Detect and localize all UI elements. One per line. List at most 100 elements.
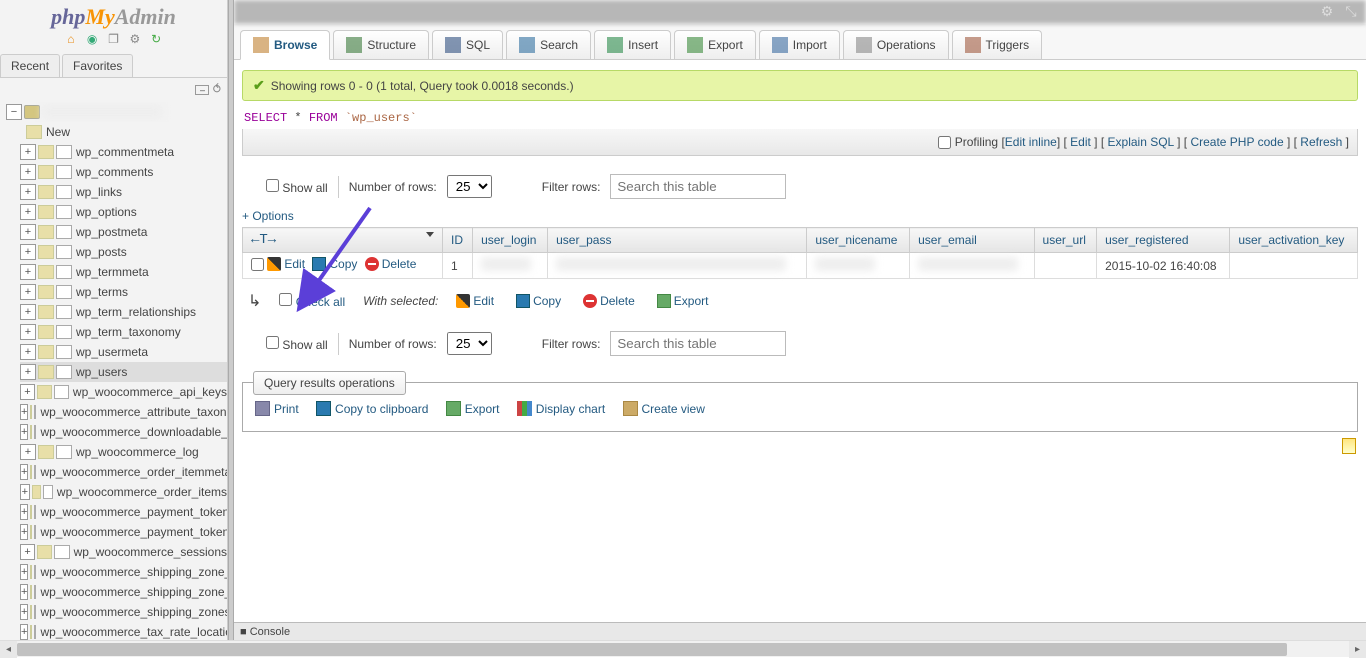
logo[interactable]: phpMyAdmin [0,0,227,30]
plus-icon[interactable]: + [20,484,30,500]
show-all-checkbox[interactable] [266,179,279,192]
num-rows-select[interactable]: 25 [447,175,492,198]
cell-user-nicename[interactable] [807,253,910,279]
refresh-link[interactable]: Refresh [1300,135,1342,149]
tab-insert[interactable]: Insert [594,30,671,59]
plus-icon[interactable]: + [20,224,36,240]
cell-user-email[interactable] [910,253,1034,279]
tab-operations[interactable]: Operations [843,30,949,59]
home-icon[interactable]: ⌂ [63,32,79,48]
tree-table-wp-woocommerce-downloadable-product-permissions[interactable]: +wp_woocommerce_downloadable_product_per… [20,422,227,442]
tree-db[interactable]: − [6,102,227,122]
plus-icon[interactable]: + [20,544,35,560]
scroll-thumb[interactable] [17,643,1287,656]
op-export[interactable]: Export [446,401,500,416]
tree-table-wp-posts[interactable]: +wp_posts [20,242,227,262]
tree-table-wp-term-relationships[interactable]: +wp_term_relationships [20,302,227,322]
tree-table-wp-usermeta[interactable]: +wp_usermeta [20,342,227,362]
row-edit-link[interactable]: Edit [267,257,305,271]
collapse-icon[interactable]: – [195,85,209,95]
tree-table-wp-users[interactable]: +wp_users [20,362,227,382]
col-user-login[interactable]: user_login [473,228,548,253]
col-user-email[interactable]: user_email [910,228,1034,253]
explain-sql-link[interactable]: Explain SQL [1108,135,1174,149]
plus-icon[interactable]: + [20,144,36,160]
tree-table-wp-terms[interactable]: +wp_terms [20,282,227,302]
col-id[interactable]: ID [443,228,473,253]
tree-table-wp-term-taxonomy[interactable]: +wp_term_taxonomy [20,322,227,342]
bulk-delete[interactable]: Delete [583,294,635,308]
plus-icon[interactable]: + [20,344,36,360]
tree-table-wp-comments[interactable]: +wp_comments [20,162,227,182]
plus-icon[interactable]: + [20,564,28,580]
bulk-copy[interactable]: Copy [516,294,561,308]
plus-icon[interactable]: + [20,244,36,260]
op-print[interactable]: Print [255,401,299,416]
col-user-url[interactable]: user_url [1034,228,1097,253]
tree-new-table[interactable]: New [26,122,227,142]
tab-favorites[interactable]: Favorites [62,54,133,77]
op-chart[interactable]: Display chart [517,401,605,416]
num-rows-select-2[interactable]: 25 [447,332,492,355]
tab-recent[interactable]: Recent [0,54,60,77]
plus-icon[interactable]: + [20,624,28,640]
show-all-top[interactable]: Show all [266,179,328,195]
bookmark-icon[interactable] [1342,438,1356,454]
page-gear-icon[interactable]: ⚙ [1318,2,1336,20]
scroll-right-button[interactable]: ▸ [1349,641,1366,658]
show-all-checkbox-2[interactable] [266,336,279,349]
plus-icon[interactable]: + [20,404,28,420]
plus-icon[interactable]: + [20,164,36,180]
minus-icon[interactable]: − [6,104,22,120]
tab-triggers[interactable]: Triggers [952,30,1043,59]
plus-icon[interactable]: + [20,524,28,540]
bulk-export[interactable]: Export [657,294,709,308]
tree-table-wp-links[interactable]: +wp_links [20,182,227,202]
check-all[interactable]: Check all [279,293,345,309]
filter-input-2[interactable] [610,331,786,356]
tree-table-wp-woocommerce-shipping-zone-locations[interactable]: +wp_woocommerce_shipping_zone_locations [20,562,227,582]
tree-table-wp-commentmeta[interactable]: +wp_commentmeta [20,142,227,162]
tab-sql[interactable]: SQL [432,30,503,59]
tree-table-wp-options[interactable]: +wp_options [20,202,227,222]
tree-table-wp-woocommerce-attribute-taxonomies[interactable]: +wp_woocommerce_attribute_taxonomies [20,402,227,422]
sort-dropdown-icon[interactable] [426,232,434,237]
tree-table-wp-woocommerce-payment-tokens[interactable]: +wp_woocommerce_payment_tokens [20,522,227,542]
tree-table-wp-woocommerce-order-itemmeta[interactable]: +wp_woocommerce_order_itemmeta [20,462,227,482]
col-user-nicename[interactable]: user_nicename [807,228,910,253]
plus-icon[interactable]: + [20,364,36,380]
console-bar[interactable]: ■ Console [234,622,1366,640]
plus-icon[interactable]: + [20,184,36,200]
tree-table-wp-woocommerce-order-items[interactable]: +wp_woocommerce_order_items [20,482,227,502]
create-php-link[interactable]: Create PHP code [1190,135,1283,149]
show-all-bottom[interactable]: Show all [266,336,328,352]
cell-user-registered[interactable]: 2015-10-02 16:40:08 [1097,253,1230,279]
tree-table-wp-termmeta[interactable]: +wp_termmeta [20,262,227,282]
reload-icon[interactable]: ↻ [148,32,164,48]
cell-user-url[interactable] [1034,253,1097,279]
cell-user-login[interactable] [473,253,548,279]
tree-table-wp-woocommerce-shipping-zones[interactable]: +wp_woocommerce_shipping_zones [20,602,227,622]
plus-icon[interactable]: + [20,384,35,400]
edit-query-link[interactable]: Edit [1070,135,1091,149]
scroll-left-button[interactable]: ◂ [0,641,17,658]
plus-icon[interactable]: + [20,584,28,600]
cell-user-pass[interactable] [548,253,807,279]
tree-table-wp-woocommerce-shipping-zone-methods[interactable]: +wp_woocommerce_shipping_zone_methods [20,582,227,602]
col-user-registered[interactable]: user_registered [1097,228,1230,253]
cell-id[interactable]: 1 [443,253,473,279]
docs-icon[interactable]: ❐ [106,32,122,48]
tree-table-wp-woocommerce-log[interactable]: +wp_woocommerce_log [20,442,227,462]
col-user-activation[interactable]: user_activation_key [1230,228,1358,253]
plus-icon[interactable]: + [20,444,36,460]
op-clipboard[interactable]: Copy to clipboard [316,401,428,416]
page-collapse-icon[interactable]: ⤡ [1342,2,1360,20]
tree-table-wp-woocommerce-tax-rate-locations[interactable]: +wp_woocommerce_tax_rate_locations [20,622,227,640]
settings-icon[interactable]: ⚙ [127,32,143,48]
horizontal-scrollbar[interactable]: ◂ ▸ [0,640,1366,657]
profiling-checkbox[interactable] [938,136,951,149]
sql-query[interactable]: SELECT * FROM `wp_users` [242,107,1358,129]
plus-icon[interactable]: + [20,284,36,300]
tab-export[interactable]: Export [674,30,756,59]
op-view[interactable]: Create view [623,401,705,416]
